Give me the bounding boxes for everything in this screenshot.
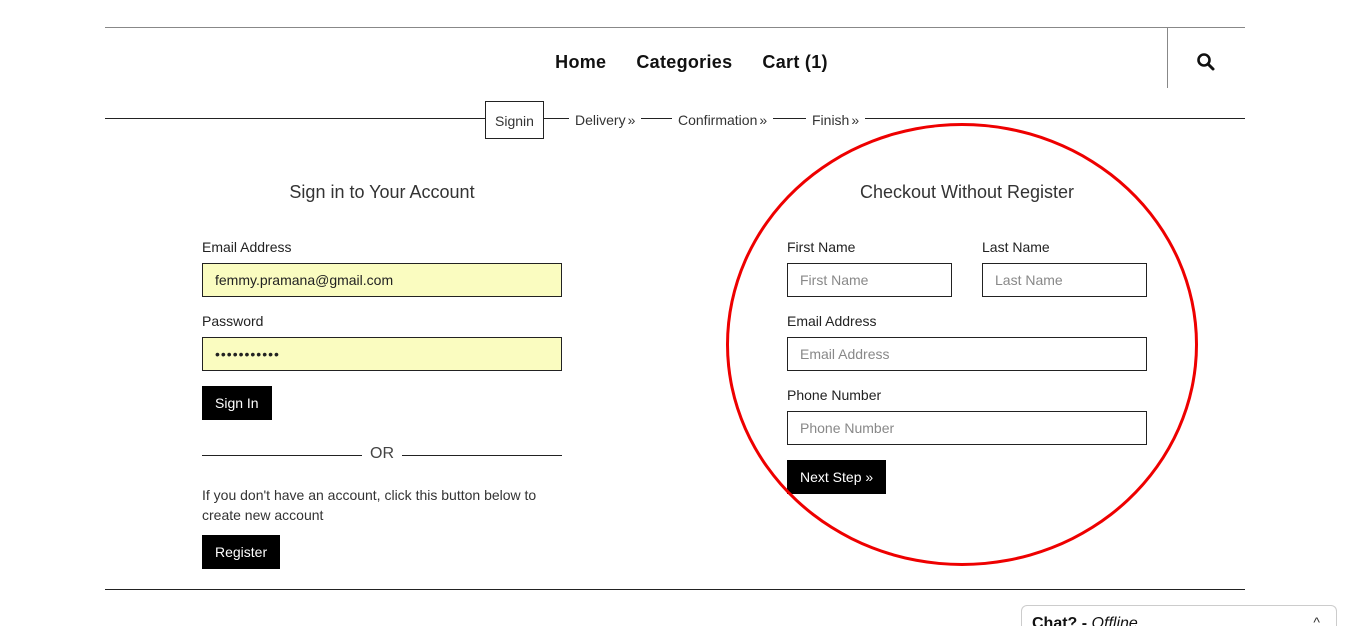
step-signin[interactable]: Signin (485, 101, 544, 139)
register-button[interactable]: Register (202, 535, 281, 569)
checkout-steps: Signin Delivery» Confirmation» Finish» (0, 101, 1349, 139)
phone-input[interactable] (787, 411, 1147, 445)
search-divider (1167, 28, 1168, 88)
guest-email-input[interactable] (787, 337, 1147, 371)
next-step-button[interactable]: Next Step » (787, 460, 887, 494)
search-button[interactable] (1194, 50, 1218, 74)
step-label: Delivery (575, 112, 626, 128)
last-name-label: Last Name (982, 239, 1050, 255)
phone-label: Phone Number (787, 387, 882, 403)
step-confirmation[interactable]: Confirmation» (672, 101, 774, 139)
signin-title: Sign in to Your Account (289, 182, 475, 202)
chevron-up-icon[interactable]: ^ (1313, 614, 1320, 626)
guest-email-label: Email Address (787, 313, 877, 329)
footer-rule (105, 589, 1245, 590)
chat-status: Offline (1091, 615, 1138, 626)
or-text: OR (370, 445, 394, 462)
chat-title: Chat? (1032, 615, 1078, 626)
first-name-label: First Name (787, 239, 856, 255)
guest-checkout-title: Checkout Without Register (859, 182, 1075, 202)
last-name-input[interactable] (982, 263, 1147, 297)
chevron-right-icon: » (851, 112, 860, 128)
step-finish[interactable]: Finish» (806, 101, 866, 139)
or-divider-right (402, 455, 562, 456)
step-label: Signin (495, 113, 534, 129)
chevron-right-icon: » (627, 112, 636, 128)
signin-button[interactable]: Sign In (202, 386, 272, 420)
signin-password-label: Password (202, 313, 264, 329)
signin-password-input[interactable] (202, 337, 562, 371)
step-delivery[interactable]: Delivery» (569, 101, 642, 139)
header-top-rule (105, 27, 1245, 28)
chat-title-row: Chat? - Offline (1032, 615, 1138, 626)
nav-categories[interactable]: Categories (636, 52, 732, 73)
search-icon (1197, 53, 1215, 71)
main-nav: Home Categories Cart (1) (0, 52, 1349, 73)
nav-home[interactable]: Home (555, 52, 606, 73)
step-label: Finish (812, 112, 850, 128)
chat-widget[interactable]: Chat? - Offline ^ (1021, 605, 1337, 626)
step-label: Confirmation (678, 112, 758, 128)
signin-email-label: Email Address (202, 239, 292, 255)
chat-separator: - (1077, 615, 1092, 626)
nav-cart[interactable]: Cart (1) (762, 52, 827, 73)
or-divider-left (202, 455, 362, 456)
first-name-input[interactable] (787, 263, 952, 297)
register-note: If you don't have an account, click this… (202, 487, 537, 523)
signin-email-input[interactable] (202, 263, 562, 297)
chevron-right-icon: » (759, 112, 768, 128)
